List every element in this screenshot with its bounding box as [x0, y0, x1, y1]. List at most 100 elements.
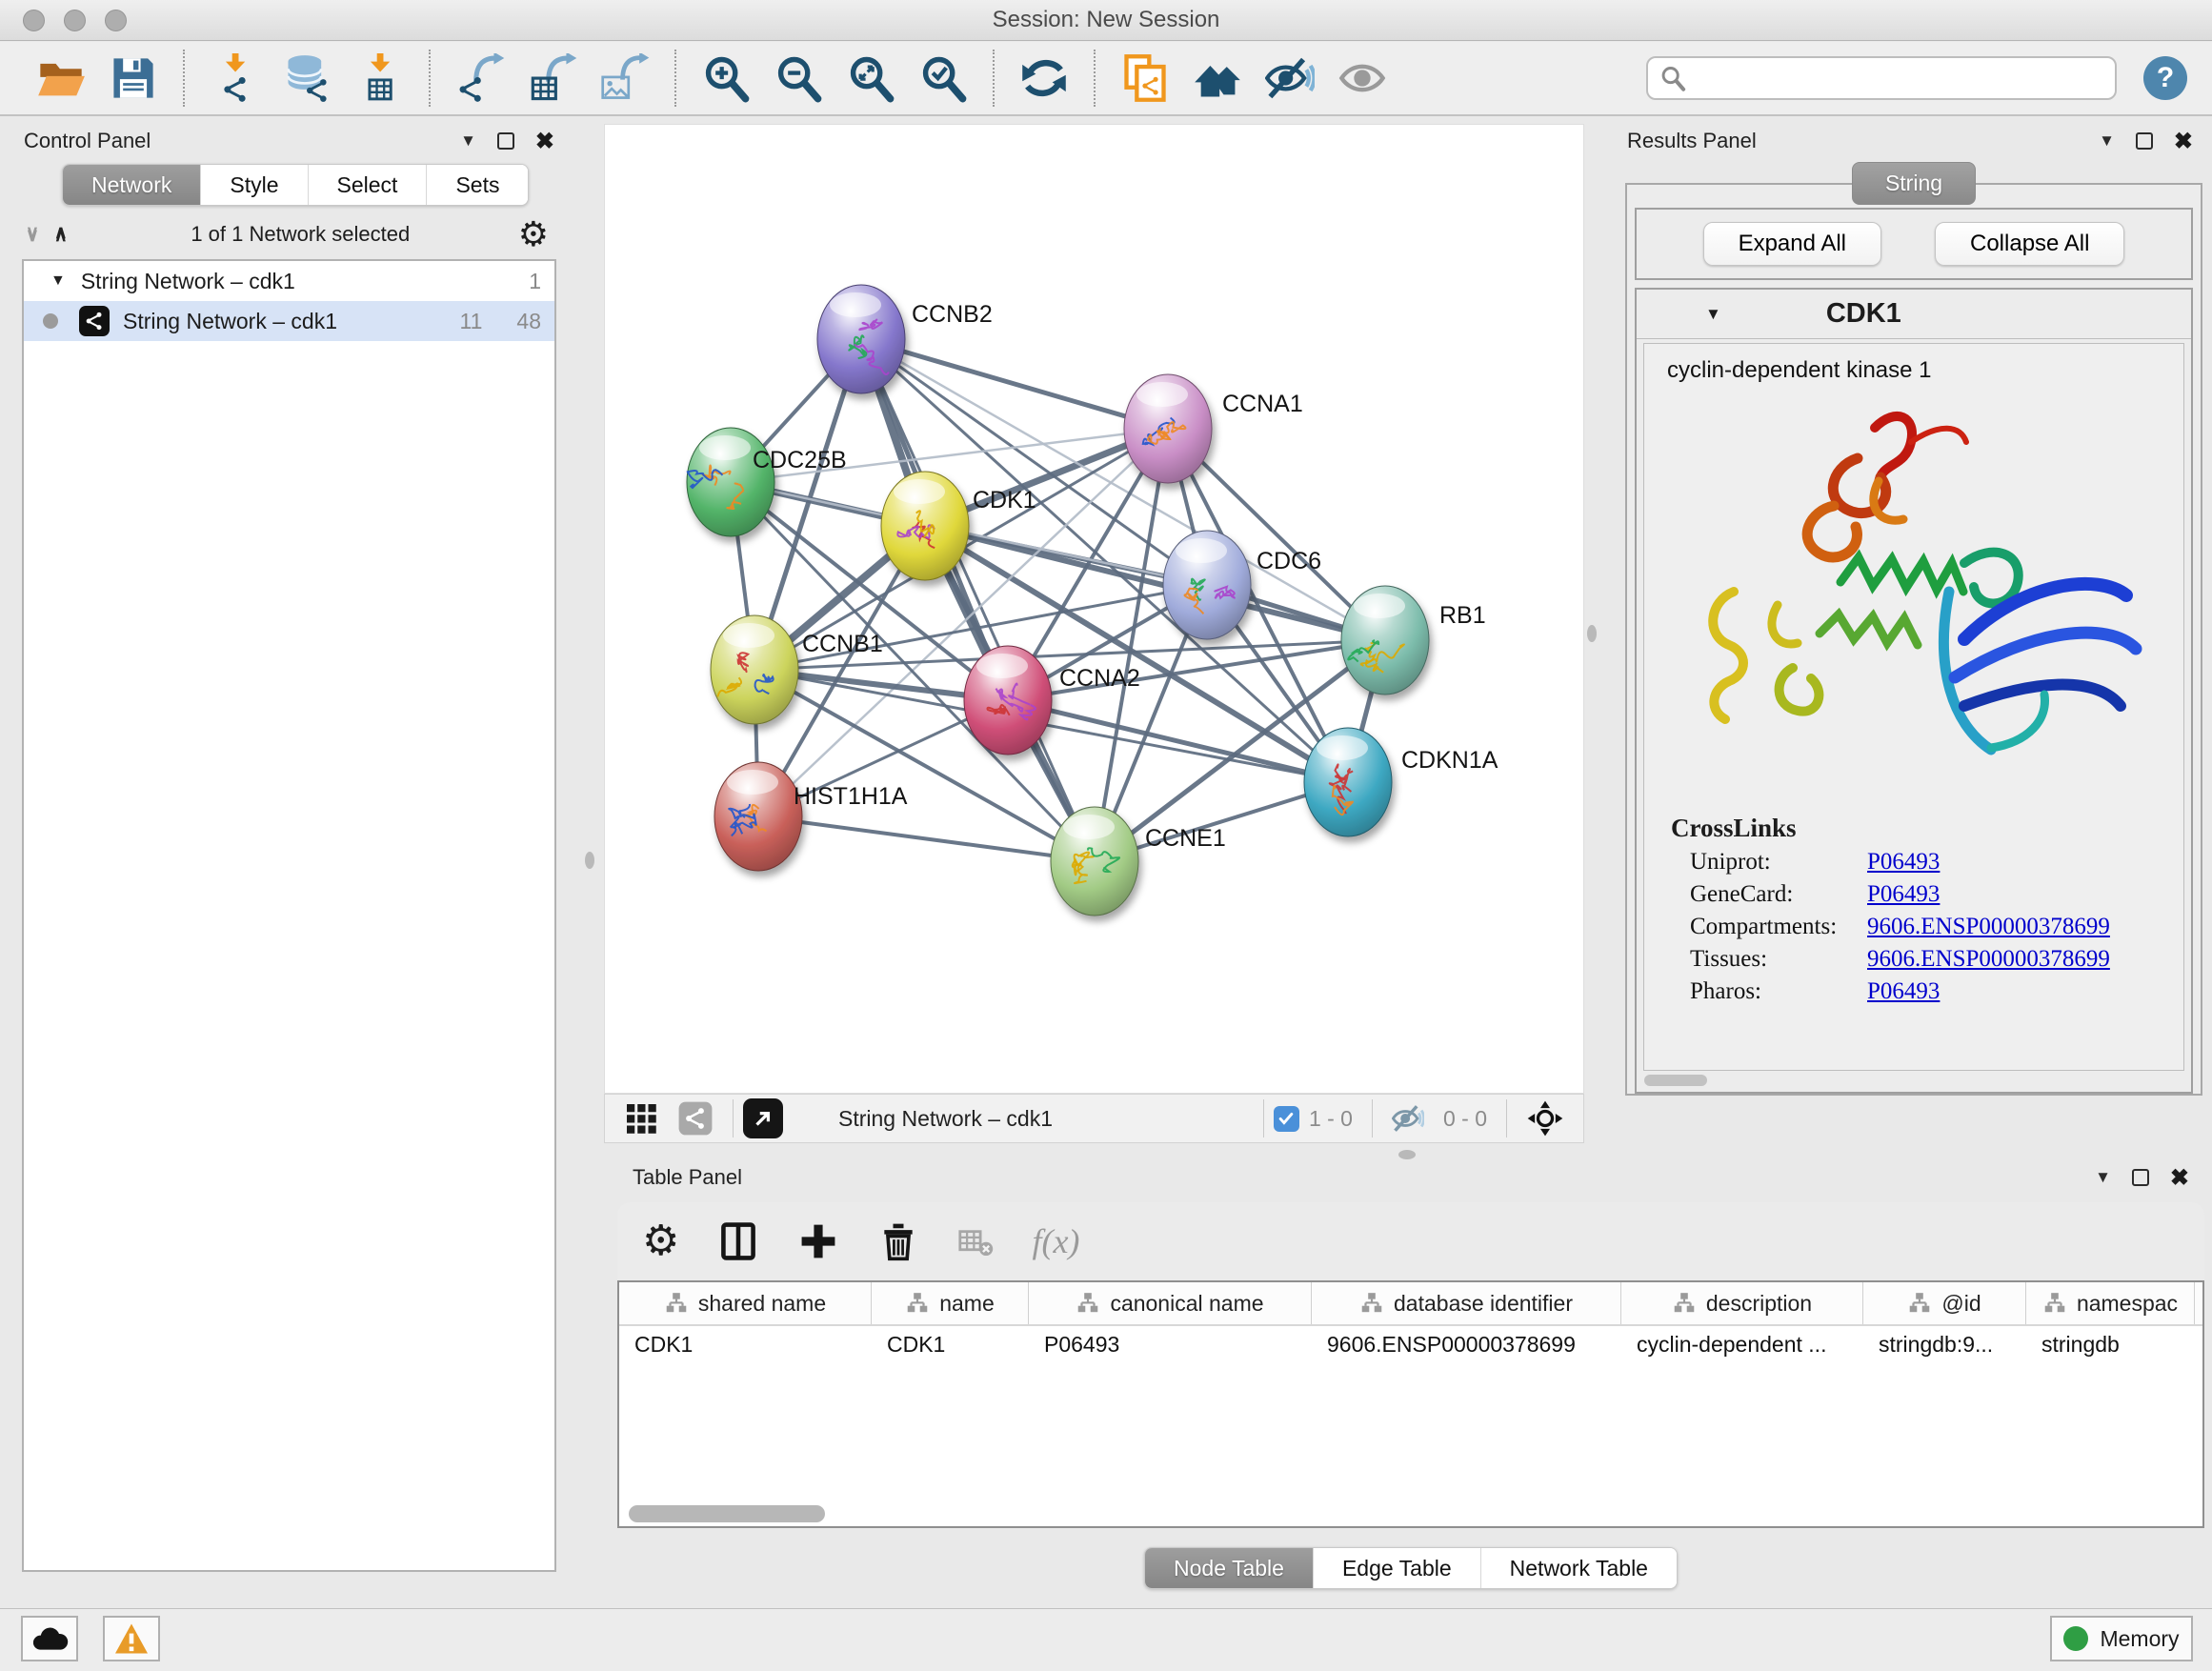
duplicate-network-button[interactable]	[1115, 49, 1176, 108]
delete-table-icon[interactable]	[957, 1220, 994, 1262]
grid-view-button[interactable]	[624, 1101, 658, 1136]
zoom-selected-button[interactable]	[913, 49, 974, 108]
export-network-button[interactable]	[450, 49, 511, 108]
node-CCNA1[interactable]	[1124, 374, 1212, 483]
import-network-file-button[interactable]	[204, 49, 265, 108]
float-panel-icon[interactable]	[2136, 132, 2153, 150]
float-panel-icon[interactable]	[497, 132, 514, 150]
crosslink-link[interactable]: 9606.ENSP00000378699	[1867, 946, 2110, 973]
tab-network-table[interactable]: Network Table	[1481, 1548, 1677, 1588]
network-graph[interactable]: CCNB2CCNA1CDC25BCDK1CDC6RB1CCNB1CCNA2CDK…	[605, 125, 1583, 1093]
zoom-fit-button[interactable]	[840, 49, 901, 108]
network-row[interactable]: String Network – cdk1 11 48	[24, 301, 554, 341]
open-session-button[interactable]	[30, 49, 91, 108]
birds-eye-view-icon[interactable]	[1526, 1099, 1564, 1137]
delete-column-icon[interactable]	[877, 1220, 919, 1262]
close-panel-icon[interactable]: ✖	[2174, 128, 2193, 155]
zoom-out-button[interactable]	[768, 49, 829, 108]
crosslink-link[interactable]: 9606.ENSP00000378699	[1867, 914, 2110, 940]
network-view-button[interactable]	[677, 1100, 714, 1137]
selected-checkbox-icon[interactable]	[1274, 1106, 1299, 1132]
expand-all-button[interactable]: Expand All	[1703, 222, 1881, 266]
node-CDC25B[interactable]	[687, 428, 774, 536]
node-CDK1[interactable]	[881, 472, 969, 580]
left-splitter-handle[interactable]	[585, 852, 594, 869]
memory-button[interactable]: Memory	[2050, 1616, 2193, 1661]
edge-CCNB2-CCNA1[interactable]	[861, 339, 1168, 429]
warnings-button[interactable]	[103, 1616, 160, 1661]
tab-node-table[interactable]: Node Table	[1145, 1548, 1314, 1588]
import-table-file-button[interactable]	[349, 49, 410, 108]
apply-style-refresh-button[interactable]	[1014, 49, 1075, 108]
panel-menu-icon[interactable]: ▼	[2099, 131, 2115, 151]
tab-sets[interactable]: Sets	[427, 165, 528, 205]
function-builder-icon[interactable]: f(x)	[1032, 1221, 1079, 1261]
column-header-namespac[interactable]: namespac	[2026, 1282, 2195, 1324]
crosslink-link[interactable]: P06493	[1867, 978, 1940, 1005]
column-header--id[interactable]: @id	[1863, 1282, 2026, 1324]
close-panel-icon[interactable]: ✖	[535, 128, 554, 155]
column-header-name[interactable]: name	[872, 1282, 1029, 1324]
right-splitter-handle[interactable]	[1587, 625, 1597, 642]
panel-menu-icon[interactable]: ▼	[460, 131, 476, 151]
expand-all-networks-icon[interactable]: ∧∧	[54, 228, 68, 242]
table-cell[interactable]: CDK1	[872, 1326, 1029, 1366]
node-CCNB1[interactable]	[711, 615, 798, 724]
detach-view-button[interactable]	[743, 1098, 783, 1138]
help-button[interactable]: ?	[2143, 56, 2187, 100]
node-CDKN1A[interactable]	[1304, 728, 1392, 836]
save-session-button[interactable]	[103, 49, 164, 108]
column-header-shared-name[interactable]: shared name	[619, 1282, 872, 1324]
table-cell[interactable]: stringdb:9...	[1863, 1326, 2026, 1366]
cloud-status-button[interactable]	[21, 1616, 78, 1661]
toolbar-search[interactable]	[1646, 56, 2117, 100]
tab-edge-table[interactable]: Edge Table	[1314, 1548, 1481, 1588]
collapse-all-networks-icon[interactable]: ∨∨	[26, 228, 39, 242]
edge-CCNA1-HIST1H1A[interactable]	[758, 429, 1168, 816]
table-cell[interactable]: CDK1	[619, 1326, 872, 1366]
collapse-all-button[interactable]: Collapse All	[1935, 222, 2124, 266]
entry-expander-icon[interactable]: ▼	[1705, 305, 1721, 324]
results-hscrollbar[interactable]	[1644, 1075, 1707, 1086]
panel-menu-icon[interactable]: ▼	[2095, 1168, 2111, 1187]
hidden-eye-icon[interactable]	[1392, 1102, 1424, 1135]
column-header-database-identifier[interactable]: database identifier	[1312, 1282, 1621, 1324]
table-cell[interactable]: stringdb	[2026, 1326, 2195, 1366]
column-header-canonical-name[interactable]: canonical name	[1029, 1282, 1312, 1324]
table-row[interactable]: CDK1CDK1P064939606.ENSP00000378699cyclin…	[619, 1326, 2202, 1366]
column-header-description[interactable]: description	[1621, 1282, 1863, 1324]
table-options-gear-icon[interactable]: ⚙	[642, 1224, 679, 1258]
tab-select[interactable]: Select	[309, 165, 428, 205]
node-HIST1H1A[interactable]	[714, 762, 802, 871]
close-panel-icon[interactable]: ✖	[2170, 1164, 2189, 1192]
bottom-splitter-handle[interactable]	[1398, 1150, 1416, 1159]
node-RB1[interactable]	[1341, 586, 1429, 695]
node-table[interactable]: shared namenamecanonical namedatabase id…	[617, 1280, 2204, 1528]
network-collection-row[interactable]: ▼ String Network – cdk1 1	[24, 261, 554, 301]
hide-selected-button[interactable]	[1259, 49, 1320, 108]
export-image-button[interactable]	[594, 49, 655, 108]
show-columns-icon[interactable]	[717, 1220, 759, 1262]
crosslink-link[interactable]: P06493	[1867, 849, 1940, 876]
table-cell[interactable]: cyclin-dependent ...	[1621, 1326, 1863, 1366]
show-all-button[interactable]	[1332, 49, 1393, 108]
zoom-in-button[interactable]	[695, 49, 756, 108]
float-panel-icon[interactable]	[2132, 1169, 2149, 1186]
table-cell[interactable]: 9606.ENSP00000378699	[1312, 1326, 1621, 1366]
network-canvas[interactable]: CCNB2CCNA1CDC25BCDK1CDC6RB1CCNB1CCNA2CDK…	[604, 124, 1584, 1094]
tab-string[interactable]: String	[1852, 162, 1976, 205]
home-layout-button[interactable]	[1187, 49, 1248, 108]
tab-network[interactable]: Network	[63, 165, 201, 205]
node-CCNE1[interactable]	[1051, 807, 1138, 916]
node-CCNB2[interactable]	[817, 285, 905, 393]
import-network-database-button[interactable]	[276, 49, 337, 108]
collection-expander-icon[interactable]: ▼	[50, 272, 66, 290]
crosslink-link[interactable]: P06493	[1867, 881, 1940, 908]
edge-CDK1-RB1[interactable]	[925, 526, 1385, 640]
table-cell[interactable]: P06493	[1029, 1326, 1312, 1366]
search-input[interactable]	[1694, 66, 2103, 91]
export-table-button[interactable]	[522, 49, 583, 108]
network-options-gear-icon[interactable]: ⚙	[518, 217, 549, 252]
node-CDC6[interactable]	[1163, 531, 1251, 639]
add-column-icon[interactable]	[797, 1220, 839, 1262]
